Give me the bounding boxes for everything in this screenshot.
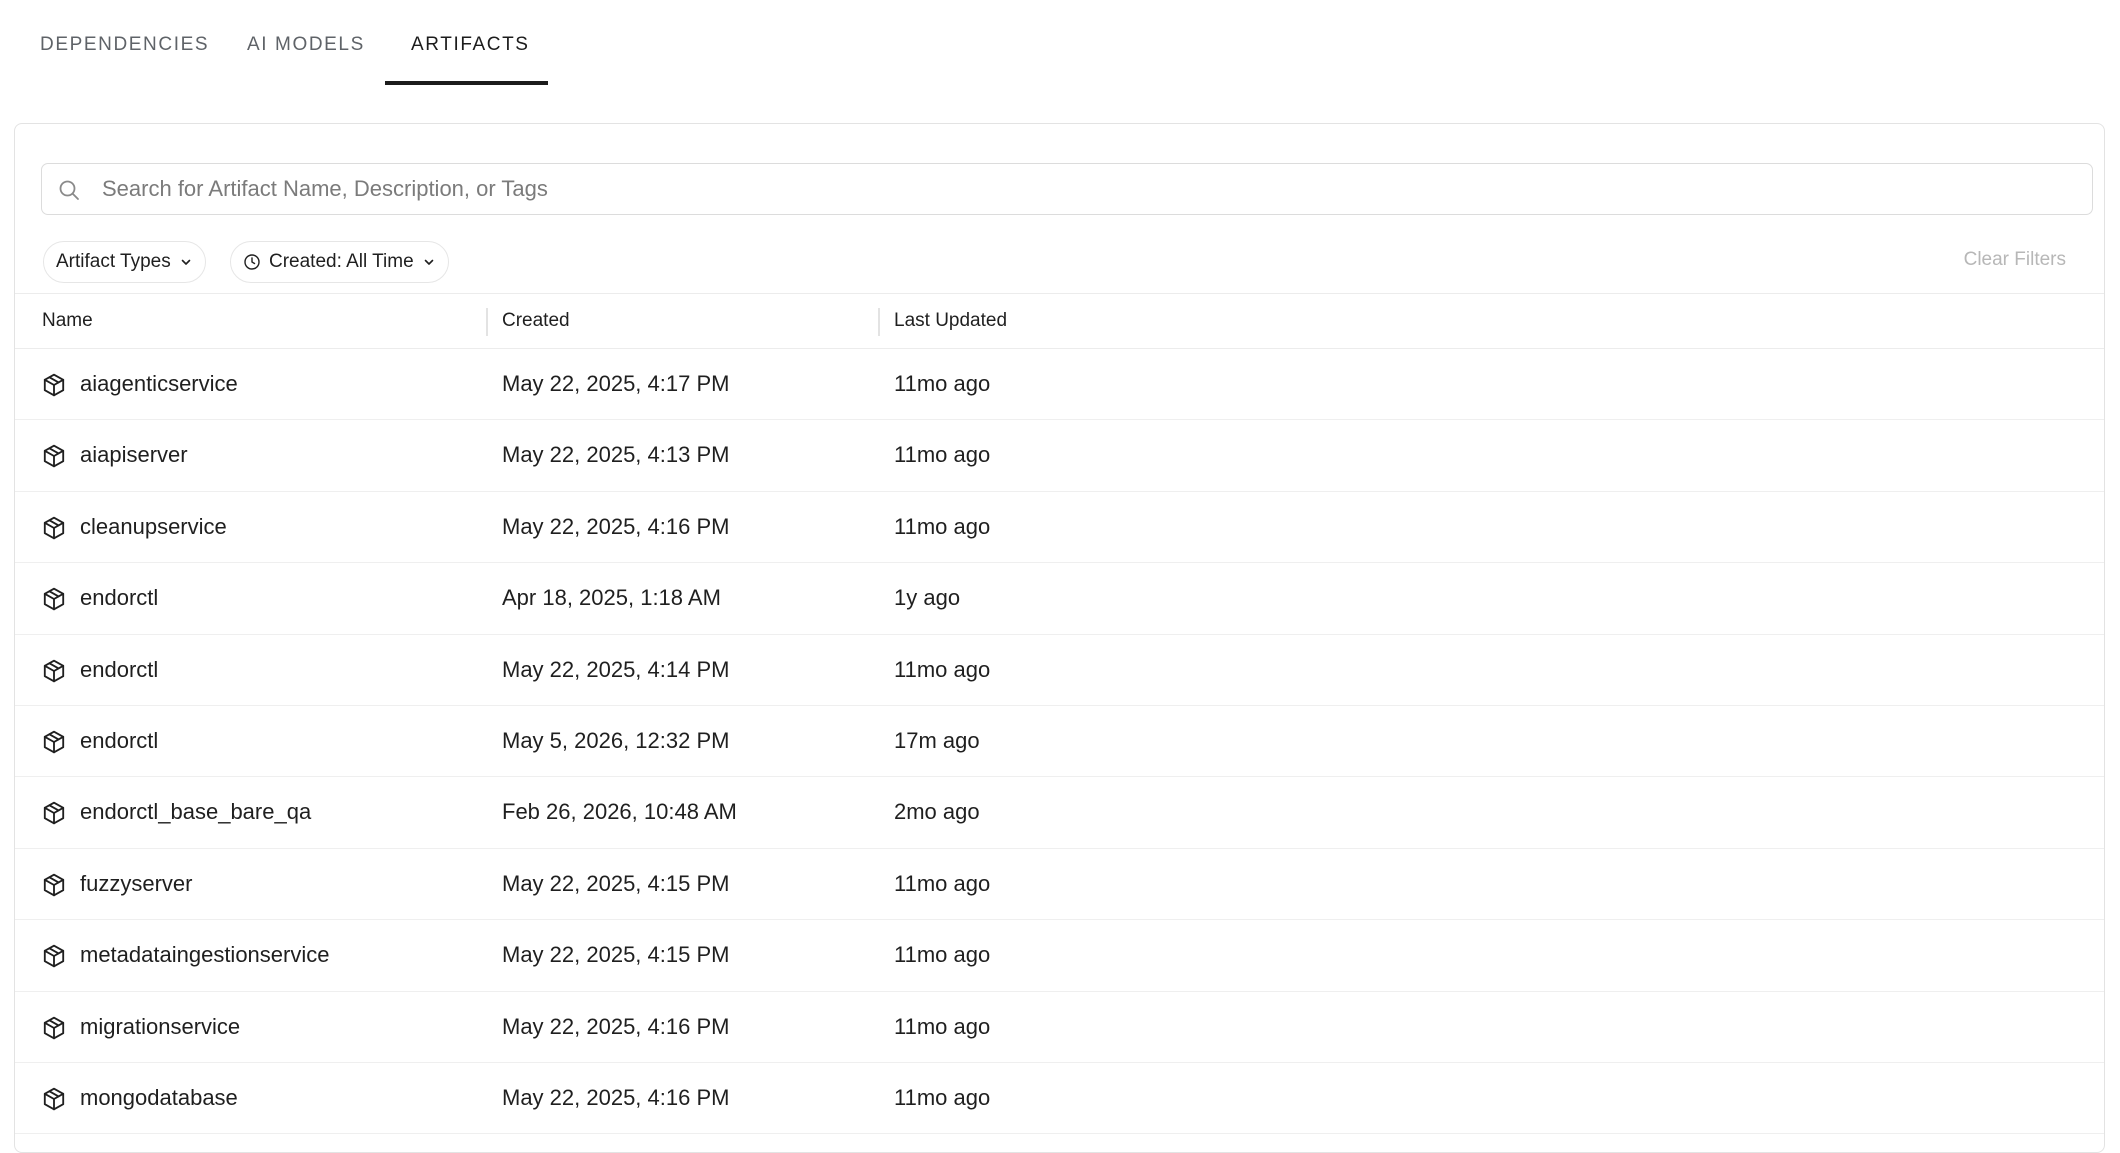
artifact-name: cleanupservice [80, 513, 227, 539]
artifact-created: May 22, 2025, 4:14 PM [502, 656, 730, 682]
active-tab-indicator [385, 81, 548, 85]
chevron-down-icon [181, 259, 191, 265]
artifacts-panel: Artifact Types Created: All Time Clear F… [14, 123, 2105, 1153]
artifact-name: aiagenticservice [80, 371, 238, 396]
artifact-last-updated: 2mo ago [894, 799, 980, 825]
artifact-created: May 22, 2025, 4:15 PM [502, 870, 730, 896]
column-header-name[interactable]: Name [42, 310, 93, 332]
package-icon [41, 872, 67, 898]
artifact-created: Feb 26, 2026, 10:48 AM [502, 799, 737, 825]
package-icon [41, 1086, 67, 1112]
tab-dependencies[interactable]: DEPENDENCIES [40, 34, 209, 85]
clear-filters-button[interactable]: Clear Filters [1964, 249, 2066, 271]
package-icon [41, 372, 67, 398]
artifact-name: endorctl [80, 727, 159, 753]
artifact-name: endorctl [80, 585, 159, 611]
artifact-created: May 5, 2026, 12:32 PM [502, 727, 730, 753]
search-box[interactable] [41, 163, 2093, 215]
package-icon [41, 586, 67, 612]
artifact-last-updated: 11mo ago [894, 942, 991, 968]
artifact-types-filter-button[interactable]: Artifact Types [43, 241, 206, 283]
column-header-last-updated[interactable]: Last Updated [894, 310, 1007, 332]
artifact-name: metadataingestionservice [80, 942, 330, 968]
table-row[interactable]: aiagenticservice May 22, 2025, 4:17 PM 11m… [15, 349, 2104, 421]
package-icon [41, 800, 67, 826]
table-row[interactable]: endorctl May 22, 2025, 4:14 PM 11mo ago [15, 635, 2104, 706]
created-filter-button[interactable]: Created: All Time [230, 241, 449, 283]
column-resize-handle[interactable] [486, 308, 488, 336]
artifact-created: May 22, 2025, 4:16 PM [502, 1084, 730, 1110]
artifact-created: May 22, 2025, 4:15 PM [502, 942, 730, 968]
artifact-name: fuzzyserver [80, 870, 193, 896]
package-icon [41, 515, 67, 541]
chevron-down-icon [424, 259, 433, 265]
artifact-created: May 22, 2025, 4:16 PM [502, 513, 730, 539]
artifact-last-updated: 1y ago [894, 585, 961, 611]
table-header: Name Created Last Updated [15, 293, 2104, 349]
table-row[interactable]: fuzzyserver May 22, 2025, 4:15 PM 11mo ago [15, 849, 2104, 921]
package-icon [41, 443, 67, 469]
artifact-last-updated: 11mo ago [894, 1084, 991, 1110]
artifact-last-updated: 11mo ago [894, 513, 991, 539]
table-row[interactable]: aiapiserver May 22, 2025, 4:13 PM 11mo ago [15, 420, 2104, 492]
artifact-created: Apr 18, 2025, 1:18 AM [502, 585, 721, 611]
artifact-name: migrationservice [80, 1013, 241, 1039]
artifact-name: endorctl [80, 656, 159, 682]
artifact-created: May 22, 2025, 4:13 PM [502, 442, 730, 468]
package-icon [41, 729, 67, 755]
column-resize-handle[interactable] [878, 308, 880, 336]
table-body: aiagenticservice May 22, 2025, 4:17 PM 11m… [15, 349, 2104, 1135]
artifact-last-updated: 11mo ago [894, 442, 991, 468]
table-row[interactable]: endorctl_base_bare_qa Feb 26, 2026, 10:48… [15, 777, 2104, 849]
table-row[interactable]: cleanupservice May 22, 2025, 4:16 PM 11mo … [15, 492, 2104, 564]
artifact-types-filter-label: Artifact Types [56, 251, 171, 272]
tab-artifacts[interactable]: ARTIFACTS [411, 34, 530, 85]
artifact-created: May 22, 2025, 4:17 PM [502, 371, 730, 396]
table-row[interactable]: migrationservice May 22, 2025, 4:16 PM 11m… [15, 992, 2104, 1063]
artifact-last-updated: 17m ago [894, 727, 980, 753]
artifact-last-updated: 11mo ago [894, 1013, 991, 1039]
package-icon [41, 1015, 67, 1041]
tab-bar: DEPENDENCIES AI MODELS ARTIFACTS [0, 0, 2120, 85]
tab-ai-models[interactable]: AI MODELS [247, 34, 365, 85]
search-input[interactable] [102, 164, 2082, 214]
column-header-created[interactable]: Created [502, 310, 570, 332]
artifact-name: mongodatabase [80, 1084, 238, 1110]
artifact-last-updated: 11mo ago [894, 371, 991, 396]
package-icon [41, 943, 67, 969]
artifact-name: aiapiserver [80, 442, 188, 468]
clock-icon [244, 254, 260, 270]
created-filter-label: Created: All Time [269, 251, 414, 272]
search-icon [59, 180, 79, 200]
table-row[interactable]: endorctl May 5, 2026, 12:32 PM 17m ago [15, 706, 2104, 778]
artifact-last-updated: 11mo ago [894, 870, 991, 896]
table-row[interactable]: mongodatabase May 22, 2025, 4:16 PM 11mo a… [15, 1063, 2104, 1135]
table-row[interactable]: endorctl Apr 18, 2025, 1:18 AM 1y ago [15, 563, 2104, 635]
artifact-last-updated: 11mo ago [894, 656, 991, 682]
artifact-created: May 22, 2025, 4:16 PM [502, 1013, 730, 1039]
artifact-name: endorctl_base_bare_qa [80, 799, 312, 825]
table-row[interactable]: metadataingestionservice May 22, 2025, 4:… [15, 920, 2104, 992]
package-icon [41, 658, 67, 684]
